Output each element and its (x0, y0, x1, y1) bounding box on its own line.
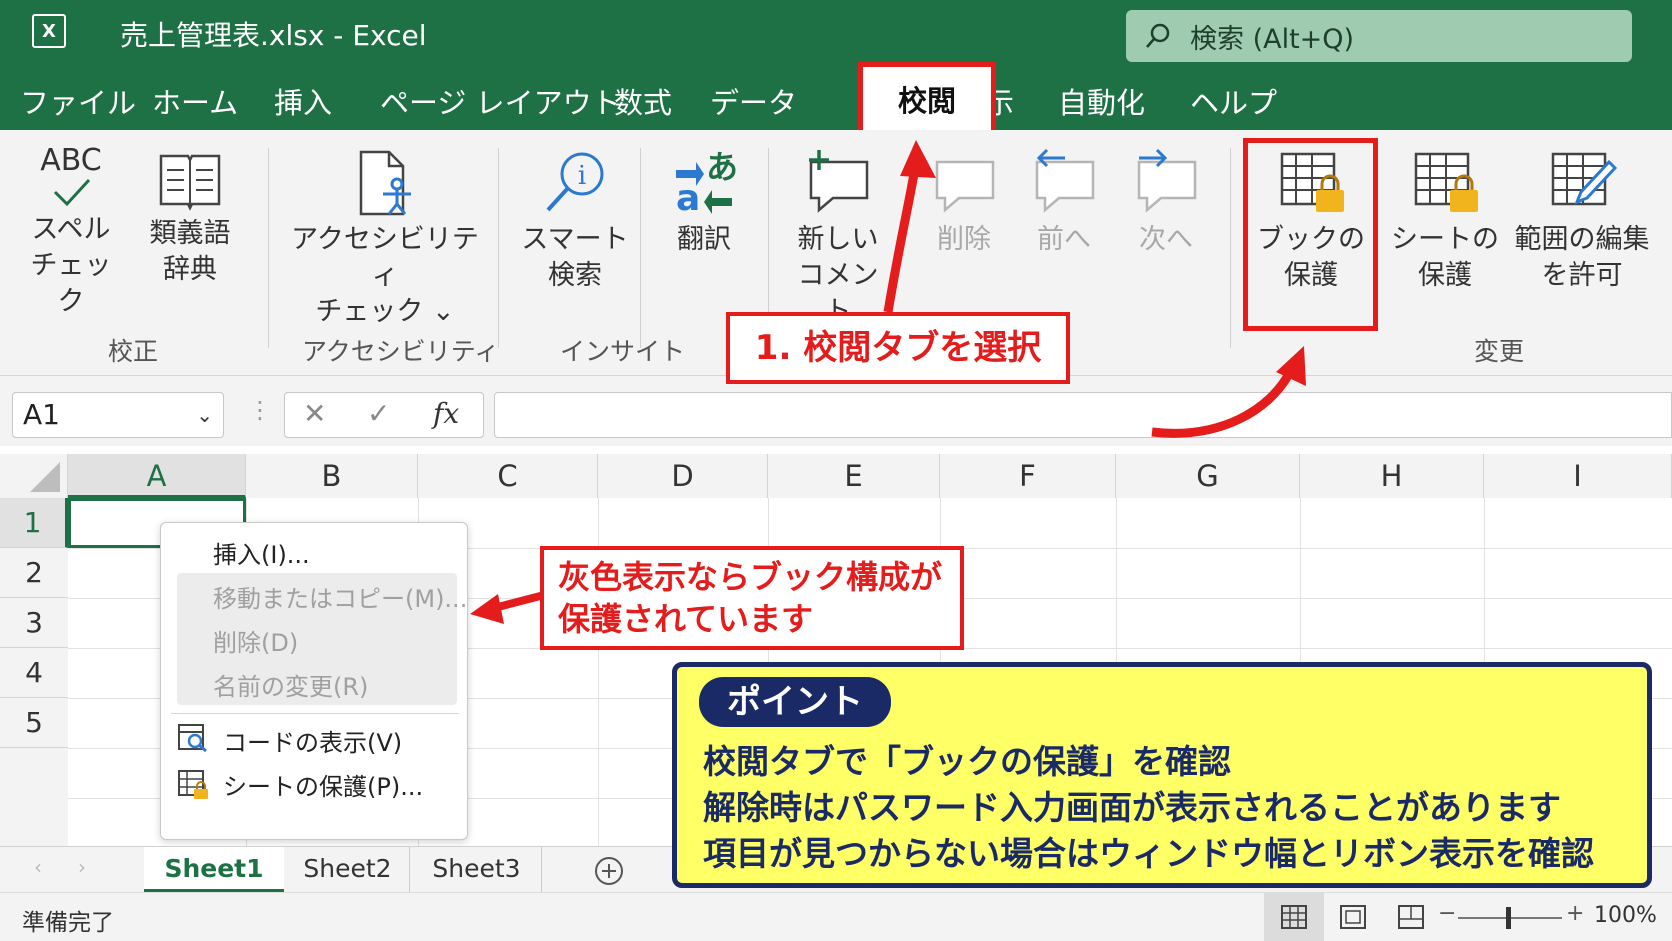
point-line-1: 校閲タブで「ブックの保護」を確認 (703, 742, 1231, 781)
arrow-to-protect (1151, 369, 1294, 438)
arrow-to-review-tab (883, 161, 921, 313)
arrow-head-menu (470, 594, 504, 624)
grayed-out-line-1: 灰色表示ならブック構成が (558, 558, 943, 596)
point-box: ポイント 校閲タブで「ブックの保護」を確認 解除時はパスワード入力画面が表示され… (672, 662, 1652, 888)
point-label: ポイント (699, 677, 891, 727)
point-line-2: 解除時はパスワード入力画面が表示されることがあります (703, 788, 1561, 827)
point-line-3: 項目が見つからない場合はウィンドウ幅とリボン表示を確認 (703, 834, 1594, 873)
grayed-out-callout: 灰色表示ならブック構成が 保護されています (540, 546, 964, 650)
grayed-out-line-2: 保護されています (558, 600, 814, 638)
arrow-head-review (900, 140, 936, 178)
step1-callout: 1. 校閲タブを選択 (726, 312, 1070, 384)
